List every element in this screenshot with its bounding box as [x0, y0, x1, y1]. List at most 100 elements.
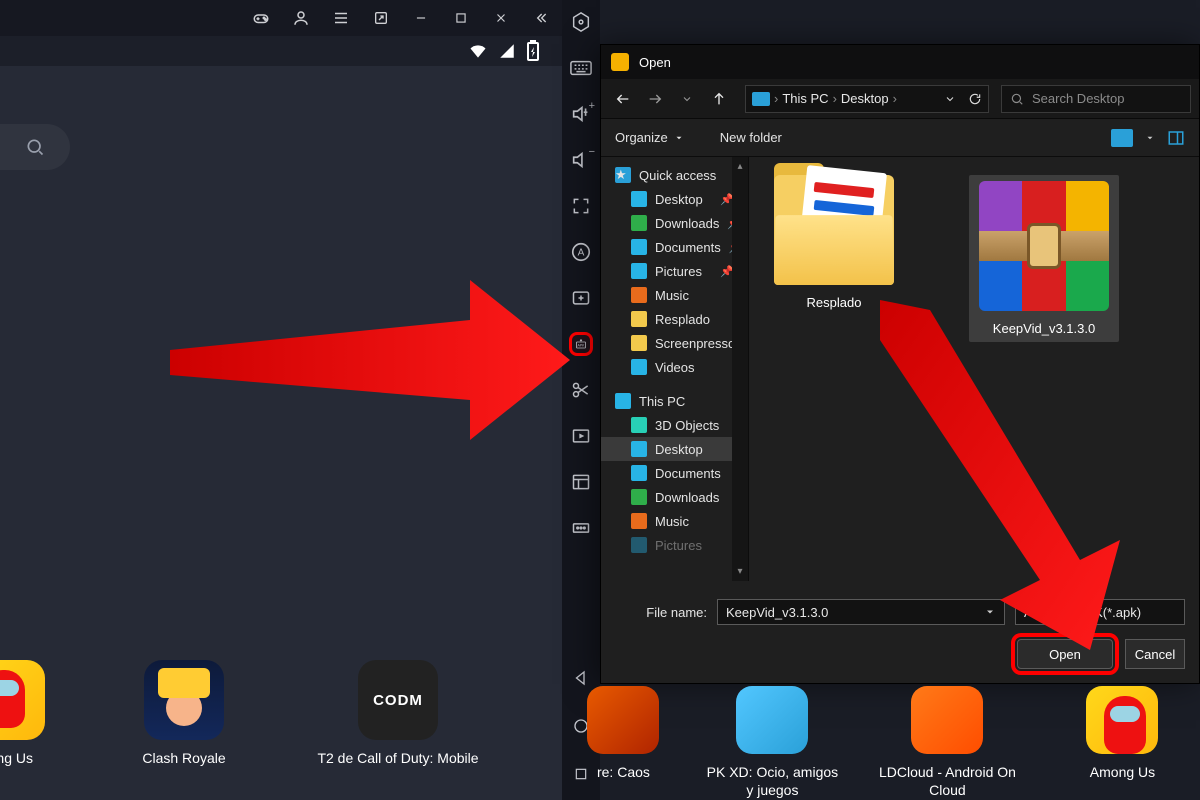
search-placeholder: Search Desktop	[1032, 91, 1125, 106]
tree-item[interactable]: Desktop📌	[601, 187, 748, 211]
collapse-icon[interactable]	[532, 9, 550, 27]
emulator-window: mong Us Clash Royale T2 de Call of Duty:…	[0, 0, 562, 800]
scroll-down-icon[interactable]: ▾	[737, 566, 742, 577]
rotate-text-icon[interactable]: A	[569, 240, 593, 264]
nav-forward-icon[interactable]	[641, 85, 669, 113]
music-icon	[631, 287, 647, 303]
scroll-up-icon[interactable]: ▴	[737, 161, 742, 172]
breadcrumb-dropdown-icon[interactable]	[944, 93, 956, 105]
strip-app[interactable]: LDCloud - Android On Cloud	[878, 686, 1017, 800]
app-label: re: Caos	[597, 764, 650, 800]
svg-text:APK: APK	[577, 344, 585, 348]
app-label: T2 de Call of Duty: Mobile	[317, 750, 478, 786]
tree-item[interactable]: Downloads	[601, 485, 748, 509]
app-label: Among Us	[1090, 764, 1155, 800]
filename-label: File name:	[615, 605, 707, 620]
gamepad-icon[interactable]	[252, 9, 270, 27]
scissors-icon[interactable]	[569, 378, 593, 402]
view-options-icon[interactable]	[1111, 129, 1133, 147]
breadcrumb-bar[interactable]: › This PC › Desktop ›	[745, 85, 989, 113]
home-app-row: mong Us Clash Royale T2 de Call of Duty:…	[0, 660, 562, 800]
search-pill[interactable]	[0, 124, 70, 170]
tree-item[interactable]: Documents📌	[601, 235, 748, 259]
nav-back-icon[interactable]	[609, 85, 637, 113]
breadcrumb-folder[interactable]: Desktop	[841, 91, 889, 106]
tree-item[interactable]: Documents	[601, 461, 748, 485]
app-label: LDCloud - Android On Cloud	[878, 764, 1017, 800]
downloads-icon	[631, 215, 647, 231]
tree-scrollbar[interactable]: ▴▾	[732, 157, 748, 581]
play-frame-icon[interactable]	[569, 424, 593, 448]
file-open-dialog: Open › This PC › Desktop › Search Deskto…	[600, 44, 1200, 684]
tree-item[interactable]: Videos	[601, 355, 748, 379]
tree-item[interactable]: Music	[601, 283, 748, 307]
search-input[interactable]: Search Desktop	[1001, 85, 1191, 113]
chevron-down-icon[interactable]	[1145, 133, 1155, 143]
settings-hex-icon[interactable]	[569, 10, 593, 34]
app-label: PK XD: Ocio, amigos y juegos	[703, 764, 842, 800]
tree-item[interactable]: Downloads📌	[601, 211, 748, 235]
strip-app[interactable]: re: Caos	[580, 686, 667, 800]
add-window-icon[interactable]	[569, 286, 593, 310]
layout-icon[interactable]	[569, 470, 593, 494]
tree-item[interactable]: Music	[601, 509, 748, 533]
signal-icon	[498, 42, 516, 60]
search-icon	[1010, 92, 1024, 106]
cancel-button[interactable]: Cancel	[1125, 639, 1185, 669]
search-icon	[25, 137, 45, 157]
folder-tree[interactable]: ★Quick access Desktop📌 Downloads📌 Docume…	[601, 157, 749, 581]
dialog-title: Open	[639, 55, 671, 70]
tree-item[interactable]: Screenpresso	[601, 331, 748, 355]
nav-up-icon[interactable]	[705, 85, 733, 113]
open-button[interactable]: Open	[1017, 639, 1113, 669]
breadcrumb-root[interactable]: This PC	[782, 91, 828, 106]
tree-item[interactable]: Pictures📌	[601, 259, 748, 283]
app-icon	[911, 686, 983, 754]
dialog-footer: File name: KeepVid_v3.1.3.0 Archivos APK…	[601, 581, 1199, 683]
profile-icon[interactable]	[292, 9, 310, 27]
close-icon[interactable]	[492, 9, 510, 27]
minimize-icon[interactable]	[412, 9, 430, 27]
file-item-folder[interactable]: Resplado	[759, 175, 909, 310]
app-label: mong Us	[0, 750, 33, 786]
new-folder-button[interactable]: New folder	[720, 130, 782, 145]
tree-item[interactable]: Resplado	[601, 307, 748, 331]
emulator-titlebar	[0, 0, 562, 36]
objects-icon	[631, 417, 647, 433]
install-apk-icon[interactable]: APK	[569, 332, 593, 356]
fullscreen-icon[interactable]	[569, 194, 593, 218]
strip-app[interactable]: PK XD: Ocio, amigos y juegos	[703, 686, 842, 800]
popout-icon[interactable]	[372, 9, 390, 27]
emulator-home-screen[interactable]: mong Us Clash Royale T2 de Call of Duty:…	[0, 66, 562, 800]
tree-item[interactable]: 3D Objects	[601, 413, 748, 437]
dialog-titlebar: Open	[601, 45, 1199, 79]
volume-up-icon[interactable]: +	[569, 102, 593, 126]
keyboard-icon[interactable]	[569, 56, 593, 80]
dialog-nav-bar: › This PC › Desktop › Search Desktop	[601, 79, 1199, 119]
documents-icon	[631, 239, 647, 255]
volume-down-icon[interactable]: −	[569, 148, 593, 172]
folder-icon	[631, 335, 647, 351]
strip-app[interactable]: Among Us	[1053, 686, 1192, 800]
maximize-icon[interactable]	[452, 9, 470, 27]
refresh-icon[interactable]	[968, 92, 982, 106]
file-list[interactable]: Resplado KeepVid_v3.1.3.0	[749, 157, 1199, 581]
more-icon[interactable]	[569, 516, 593, 540]
tree-item[interactable]: Pictures	[601, 533, 748, 557]
app-among-us[interactable]: mong Us	[0, 660, 60, 786]
file-item-archive-selected[interactable]: KeepVid_v3.1.3.0	[969, 175, 1119, 342]
tree-this-pc[interactable]: This PC	[601, 389, 748, 413]
chevron-down-icon[interactable]	[984, 606, 996, 618]
app-cod-mobile[interactable]: T2 de Call of Duty: Mobile	[308, 660, 488, 786]
pictures-icon	[631, 537, 647, 553]
filename-input[interactable]: KeepVid_v3.1.3.0	[717, 599, 1005, 625]
preview-pane-icon[interactable]	[1167, 129, 1185, 147]
folder-icon	[631, 311, 647, 327]
organize-menu[interactable]: Organize	[615, 130, 684, 145]
file-type-filter[interactable]: Archivos APK(*.apk)	[1015, 599, 1185, 625]
tree-quick-access[interactable]: ★Quick access	[601, 163, 748, 187]
app-clash-royale[interactable]: Clash Royale	[94, 660, 274, 786]
tree-item-selected[interactable]: Desktop	[601, 437, 748, 461]
menu-icon[interactable]	[332, 9, 350, 27]
nav-recent-icon[interactable]	[673, 85, 701, 113]
